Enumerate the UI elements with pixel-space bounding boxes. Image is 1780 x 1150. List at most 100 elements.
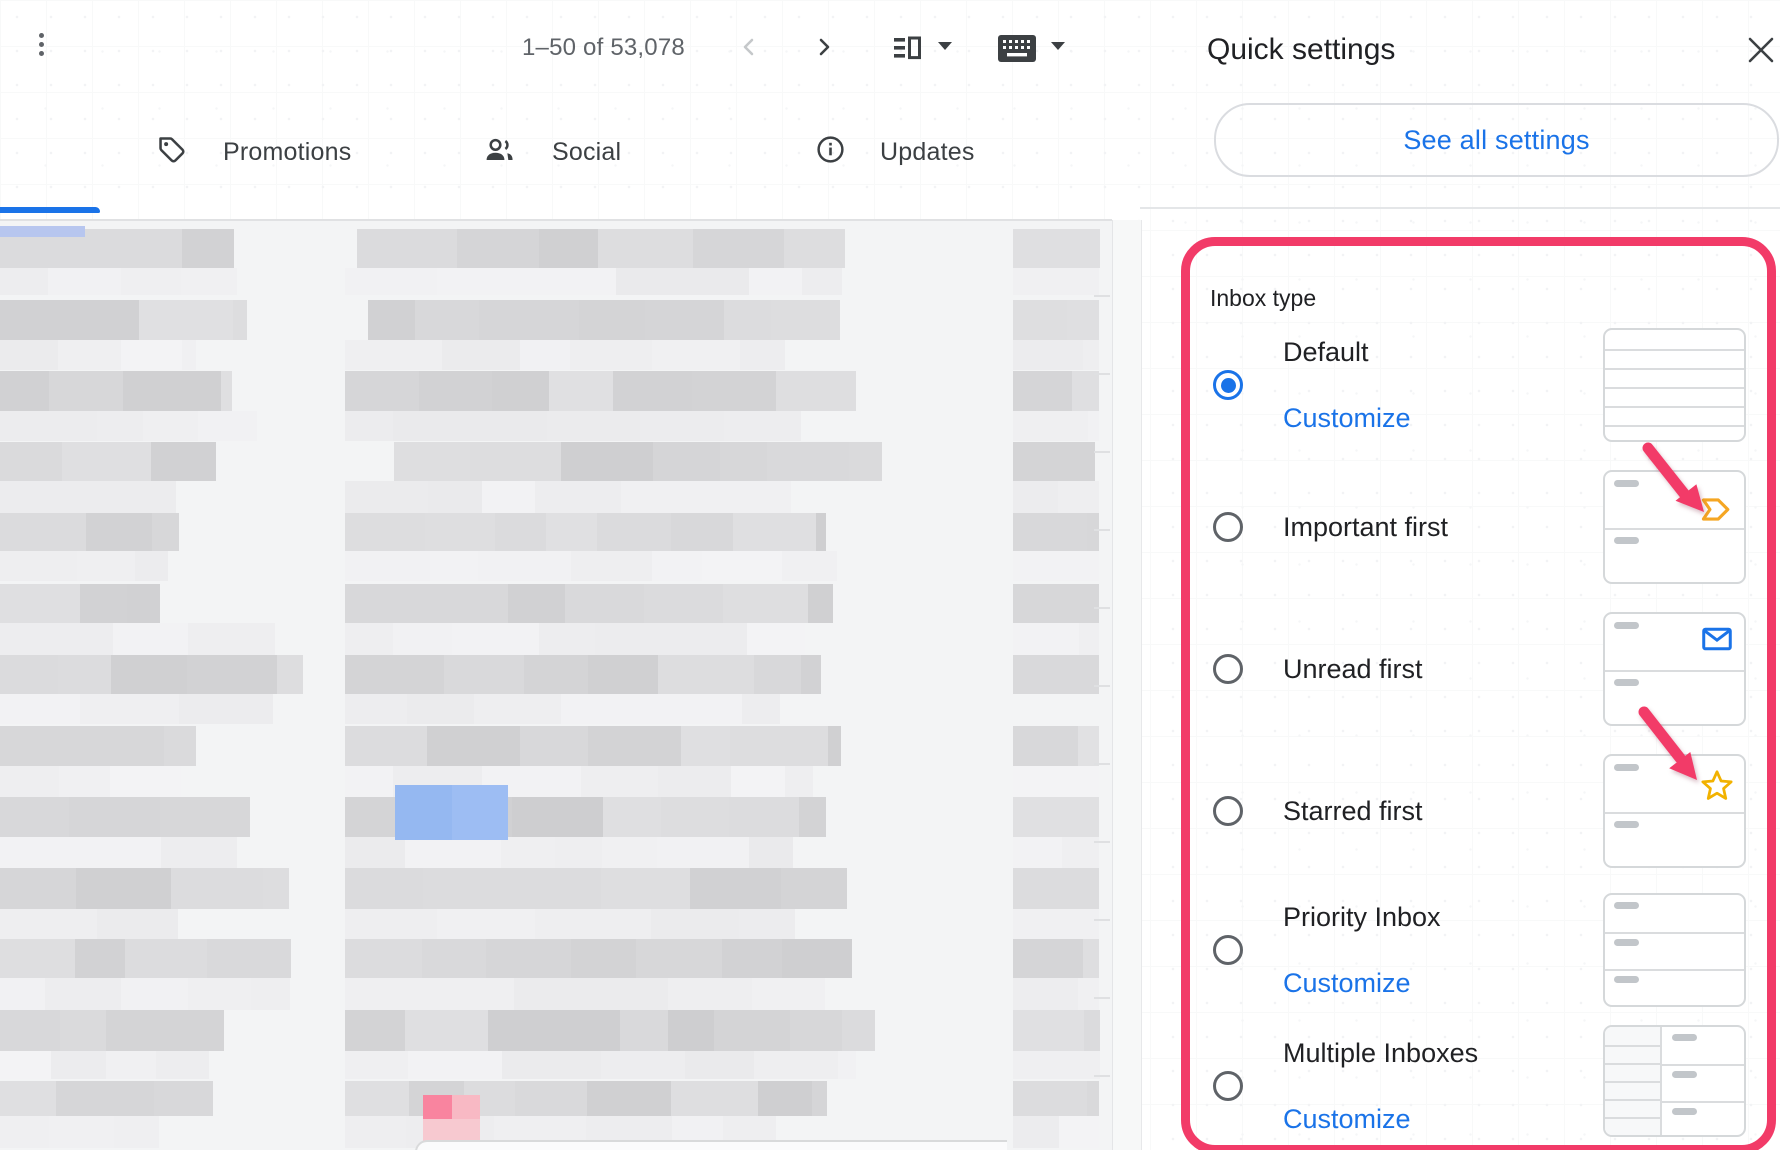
- thumbnail-divider: [1605, 349, 1744, 351]
- redacted-block: [555, 837, 602, 868]
- redacted-block: [345, 513, 426, 551]
- redacted-block: [488, 1010, 538, 1051]
- redacted-block: [106, 1051, 156, 1079]
- redacted-block: [60, 1010, 106, 1051]
- panel-title: Quick settings: [1207, 33, 1395, 67]
- thumbnail-divider: [1605, 1081, 1660, 1083]
- option-label: Multiple Inboxes: [1283, 1037, 1478, 1069]
- redacted-block: [729, 797, 799, 837]
- thumbnail-multiple[interactable]: [1603, 1025, 1746, 1137]
- redacted-block: [125, 939, 208, 978]
- redacted-block: [812, 1081, 827, 1116]
- redacted-block: [345, 1081, 409, 1116]
- redacted-pink-highlight: [452, 1095, 480, 1119]
- redacted-block: [49, 371, 124, 411]
- redacted-block: [733, 513, 817, 551]
- thumbnail-divider: [1660, 1064, 1744, 1066]
- redacted-block: [408, 1051, 502, 1079]
- redacted-block: [188, 978, 252, 1010]
- redacted-block: [658, 655, 755, 694]
- redacted-block: [1013, 268, 1099, 295]
- inbox-type-radio-multiple[interactable]: [1213, 1071, 1243, 1101]
- redacted-block: [345, 1010, 406, 1051]
- split-view-icon[interactable]: [893, 35, 921, 66]
- redacted-block: [1013, 766, 1099, 799]
- split-view-caret-icon[interactable]: [938, 42, 952, 50]
- inbox-type-radio-starred[interactable]: [1213, 796, 1243, 826]
- redacted-block: [524, 655, 588, 694]
- redacted-block: [537, 1010, 620, 1051]
- redacted-block: [598, 229, 693, 268]
- redacted-block: [802, 268, 842, 295]
- customize-link[interactable]: Customize: [1283, 402, 1411, 434]
- thumbnail-priority[interactable]: [1603, 893, 1746, 1007]
- redacted-block: [739, 909, 795, 942]
- redacted-block: [601, 1051, 686, 1079]
- redacted-block: [592, 909, 652, 942]
- redacted-block: [135, 551, 168, 581]
- redacted-block: [547, 411, 641, 441]
- kebab-menu-icon[interactable]: [39, 33, 44, 56]
- redacted-block: [139, 300, 234, 340]
- redacted-block: [67, 623, 114, 656]
- customize-link[interactable]: Customize: [1283, 1103, 1411, 1135]
- redacted-block: [0, 300, 80, 340]
- list-scrollbar[interactable]: [1112, 220, 1142, 1150]
- redacted-block: [1013, 300, 1068, 340]
- redacted-block: [652, 340, 740, 370]
- redacted-block: [405, 837, 501, 868]
- redacted-block: [478, 551, 571, 581]
- see-all-settings-label: See all settings: [1403, 125, 1589, 156]
- redacted-block: [345, 694, 408, 724]
- inbox-type-radio-priority[interactable]: [1213, 935, 1243, 965]
- thumbnail-divider: [1605, 528, 1744, 530]
- redacted-block: [0, 797, 69, 837]
- inbox-type-radio-unread[interactable]: [1213, 654, 1243, 684]
- redacted-block: [767, 442, 850, 481]
- redacted-block: [345, 481, 428, 513]
- redacted-block: [595, 623, 656, 656]
- redacted-block: [0, 584, 81, 623]
- close-icon[interactable]: [1747, 36, 1775, 69]
- chevron-right-icon[interactable]: [812, 35, 836, 64]
- inbox-type-radio-important[interactable]: [1213, 512, 1243, 542]
- redacted-block: [1013, 1116, 1060, 1148]
- redacted-block: [393, 411, 457, 441]
- thumbnail-sender-pill: [1614, 480, 1639, 487]
- redacted-block: [0, 340, 58, 370]
- thumbnail-important[interactable]: [1603, 470, 1746, 584]
- redacted-block: [0, 442, 63, 481]
- redacted-block: [640, 411, 724, 441]
- inbox-type-radio-default[interactable]: [1213, 370, 1243, 400]
- redacted-block: [597, 513, 671, 551]
- input-tools-caret-icon[interactable]: [1051, 42, 1065, 50]
- redacted-block: [151, 442, 216, 481]
- redacted-block: [603, 797, 661, 837]
- redacted-block: [730, 726, 828, 766]
- redacted-block: [504, 868, 602, 909]
- thumbnail-divider: [1605, 932, 1744, 934]
- redacted-block: [784, 229, 845, 268]
- redacted-block: [658, 766, 731, 799]
- redacted-block: [1013, 1081, 1088, 1116]
- redacted-block: [1013, 797, 1099, 837]
- redacted-block: [156, 1051, 209, 1079]
- option-label: Default: [1283, 336, 1369, 368]
- thumbnail-divider: [1605, 425, 1744, 427]
- thumbnail-default[interactable]: [1603, 328, 1746, 442]
- thumbnail-starred[interactable]: [1603, 754, 1746, 868]
- redacted-block: [656, 623, 748, 656]
- redacted-block: [474, 694, 562, 724]
- star-icon: [1699, 768, 1735, 808]
- thumbnail-unread[interactable]: [1603, 612, 1746, 726]
- chevron-left-icon[interactable]: [737, 35, 761, 64]
- keyboard-icon[interactable]: [998, 35, 1036, 67]
- customize-link[interactable]: Customize: [1283, 967, 1411, 999]
- thumbnail-column-divider: [1660, 1027, 1662, 1135]
- redacted-pink-highlight: [423, 1119, 480, 1142]
- redacted-block: [0, 694, 80, 724]
- see-all-settings-button[interactable]: See all settings: [1214, 103, 1779, 177]
- redacted-block: [263, 868, 289, 909]
- redacted-block: [56, 1081, 155, 1116]
- redacted-block: [724, 300, 771, 340]
